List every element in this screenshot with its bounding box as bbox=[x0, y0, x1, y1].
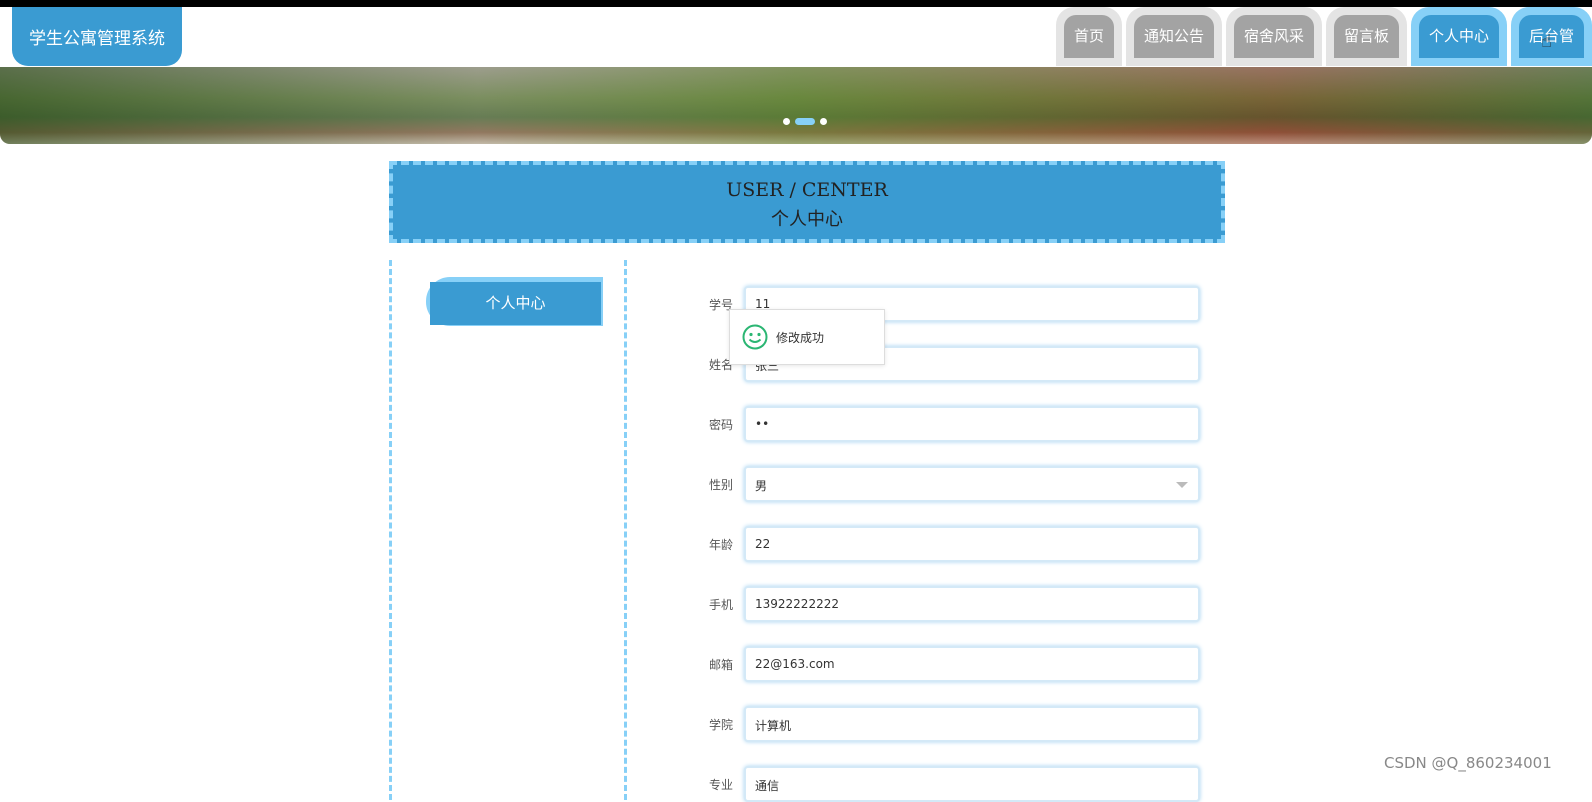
top-bar bbox=[0, 0, 1592, 7]
field-value: 22@163.com bbox=[755, 657, 835, 671]
carousel-indicators bbox=[783, 118, 827, 125]
nav-label: 留言板 bbox=[1334, 15, 1399, 58]
page-title-cn: 个人中心 bbox=[771, 209, 843, 230]
form-row: 专业 通信 bbox=[690, 766, 1210, 802]
form-row: 密码 •• bbox=[690, 406, 1210, 442]
success-toast: 修改成功 bbox=[729, 309, 885, 365]
nav-notices[interactable]: 通知公告 bbox=[1126, 7, 1222, 66]
field-value: 13922222222 bbox=[755, 597, 839, 611]
field-label: 手机 bbox=[708, 598, 733, 612]
nav-home[interactable]: 首页 bbox=[1056, 7, 1122, 66]
watermark: CSDN @Q_860234001 bbox=[1384, 754, 1552, 772]
field-input[interactable]: 计算机 bbox=[744, 706, 1200, 742]
nav-message-board[interactable]: 留言板 bbox=[1326, 7, 1407, 66]
field-label: 专业 bbox=[708, 778, 733, 792]
banner-image bbox=[0, 67, 1592, 144]
site-logo[interactable]: 学生公寓管理系统 bbox=[12, 7, 182, 66]
field-value: 通信 bbox=[755, 779, 780, 793]
field-input[interactable]: 13922222222 bbox=[744, 586, 1200, 622]
banner-carousel[interactable] bbox=[0, 67, 1592, 144]
form-row: 邮箱 22@163.com bbox=[690, 646, 1210, 682]
smile-icon bbox=[742, 324, 768, 350]
carousel-dot[interactable] bbox=[820, 118, 827, 125]
field-value: 计算机 bbox=[755, 719, 792, 733]
field-label: 学院 bbox=[708, 718, 733, 732]
page-title: USER / CENTER 个人中心 bbox=[389, 161, 1225, 243]
nav-label: 通知公告 bbox=[1134, 15, 1214, 58]
chevron-down-icon[interactable] bbox=[1176, 482, 1188, 488]
form-row: 手机 13922222222 bbox=[690, 586, 1210, 622]
field-input[interactable]: •• bbox=[744, 406, 1200, 442]
nav-user-center[interactable]: 个人中心 bbox=[1411, 7, 1507, 66]
field-label: 邮箱 bbox=[708, 658, 733, 672]
field-value: 男 bbox=[755, 479, 768, 493]
field-input[interactable]: 通信 bbox=[744, 766, 1200, 802]
main-nav: 首页 通知公告 宿舍风采 留言板 个人中心 后台管 bbox=[1056, 7, 1592, 66]
nav-label: 个人中心 bbox=[1419, 15, 1499, 58]
field-value: •• bbox=[755, 417, 770, 431]
field-label: 年龄 bbox=[708, 538, 733, 552]
field-value: 22 bbox=[755, 537, 771, 551]
form-row: 年龄 22 bbox=[690, 526, 1210, 562]
hand-cursor-icon: ☝ bbox=[1541, 31, 1552, 52]
page-title-en: USER / CENTER bbox=[726, 179, 888, 201]
form-row: 性别 男 bbox=[690, 466, 1210, 502]
field-label: 性别 bbox=[708, 478, 733, 492]
carousel-dot[interactable] bbox=[783, 118, 790, 125]
header: 学生公寓管理系统 首页 通知公告 宿舍风采 留言板 个人中心 后台管 bbox=[0, 7, 1592, 67]
nav-label: 首页 bbox=[1064, 15, 1114, 58]
field-select[interactable]: 男 bbox=[744, 466, 1200, 502]
nav-label: 宿舍风采 bbox=[1234, 15, 1314, 58]
field-label: 密码 bbox=[708, 418, 733, 432]
field-input[interactable]: 22 bbox=[744, 526, 1200, 562]
form-row: 学院 计算机 bbox=[690, 706, 1210, 742]
toast-message: 修改成功 bbox=[776, 330, 825, 345]
carousel-dot-active[interactable] bbox=[795, 118, 815, 125]
sidebar-item-label: 个人中心 bbox=[430, 282, 601, 325]
sidebar: 个人中心 bbox=[389, 260, 627, 800]
nav-dorm-showcase[interactable]: 宿舍风采 bbox=[1226, 7, 1322, 66]
sidebar-item-user-center[interactable]: 个人中心 bbox=[426, 277, 603, 326]
field-input[interactable]: 22@163.com bbox=[744, 646, 1200, 682]
